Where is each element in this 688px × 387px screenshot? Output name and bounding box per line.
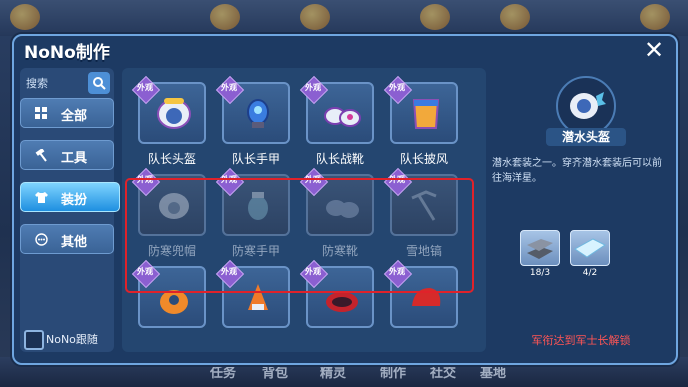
sidebar-item-other[interactable]: 其他 — [20, 224, 114, 254]
category-sidebar: 搜索 全部 工具 装扮 其他 NoNo跟随 — [20, 68, 120, 352]
material-frame — [520, 230, 560, 266]
appearance-badge: 外观 — [383, 75, 413, 105]
material-count: 18/3 — [529, 268, 551, 278]
detail-description: 潜水套装之一。穿齐潜水套装后可以前往海洋星。 — [492, 158, 662, 184]
bg-pet-icon — [300, 4, 330, 30]
appearance-badge: 外观 — [131, 75, 161, 105]
dots-icon — [35, 233, 48, 246]
detail-item-frame — [556, 76, 616, 136]
gauntlet-icon — [247, 99, 269, 128]
diving-helmet-icon — [570, 92, 606, 119]
sidebar-item-label: 工具 — [61, 151, 88, 166]
boots-icon — [324, 107, 361, 127]
bg-pet-icon — [210, 4, 240, 30]
item-card[interactable]: 外观 队长手甲 — [215, 75, 294, 170]
bg-pet-icon — [420, 4, 450, 30]
sidebar-item-label: 全部 — [61, 109, 88, 124]
item-detail-panel: 潜水头盔 潜水套装之一。穿齐潜水套装后可以前往海洋星。 18/3 4/2 军衔达… — [492, 68, 670, 352]
item-card[interactable]: 外观 队长头盔 — [131, 75, 210, 170]
search-icon — [93, 77, 106, 90]
material-count: 4/2 — [582, 268, 598, 278]
bg-pet-icon — [500, 4, 530, 30]
close-button[interactable]: ✕ — [642, 38, 666, 62]
item-name: 队长头盔 — [147, 152, 196, 166]
appearance-badge: 外观 — [215, 75, 245, 105]
selection-highlight-box — [125, 178, 474, 293]
shirt-icon — [35, 192, 48, 203]
item-name: 队长手甲 — [231, 152, 280, 166]
item-card[interactable]: 外观 队长披风 — [383, 75, 462, 170]
bg-pet-icon — [640, 4, 670, 30]
sidebar-item-label: 其他 — [61, 235, 88, 250]
sidebar-item-all[interactable]: 全部 — [20, 98, 114, 128]
detail-item-name: 潜水头盔 — [546, 128, 626, 146]
sidebar-item-outfit[interactable]: 装扮 — [20, 182, 120, 212]
follow-label: NoNo跟随 — [46, 333, 98, 346]
sidebar-item-tools[interactable]: 工具 — [20, 140, 114, 170]
hammer-icon — [35, 149, 47, 162]
iron-bars-icon — [527, 239, 553, 259]
sidebar-item-label: 装扮 — [61, 193, 88, 208]
crystal-icon — [574, 238, 606, 258]
grid-icon — [35, 107, 47, 119]
item-name: 队长披风 — [399, 152, 448, 166]
item-name: 队长战靴 — [315, 152, 364, 166]
cape-icon — [412, 99, 440, 129]
item-card[interactable]: 外观 队长战靴 — [299, 75, 378, 170]
material-slot[interactable]: 4/2 — [570, 230, 610, 282]
background-top-bar — [0, 0, 688, 36]
helmet-icon — [157, 98, 191, 129]
material-frame — [570, 230, 610, 266]
search-bar[interactable]: 搜索 — [24, 72, 110, 94]
search-label: 搜索 — [26, 77, 48, 90]
bg-avatar-icon — [10, 4, 40, 30]
panel-title: NoNo制作 — [24, 43, 110, 63]
unlock-requirement: 军衔达到军士长解锁 — [531, 334, 631, 347]
material-slot[interactable]: 18/3 — [520, 230, 560, 282]
appearance-badge: 外观 — [299, 75, 329, 105]
follow-checkbox[interactable] — [24, 330, 44, 350]
search-button[interactable] — [88, 72, 110, 94]
